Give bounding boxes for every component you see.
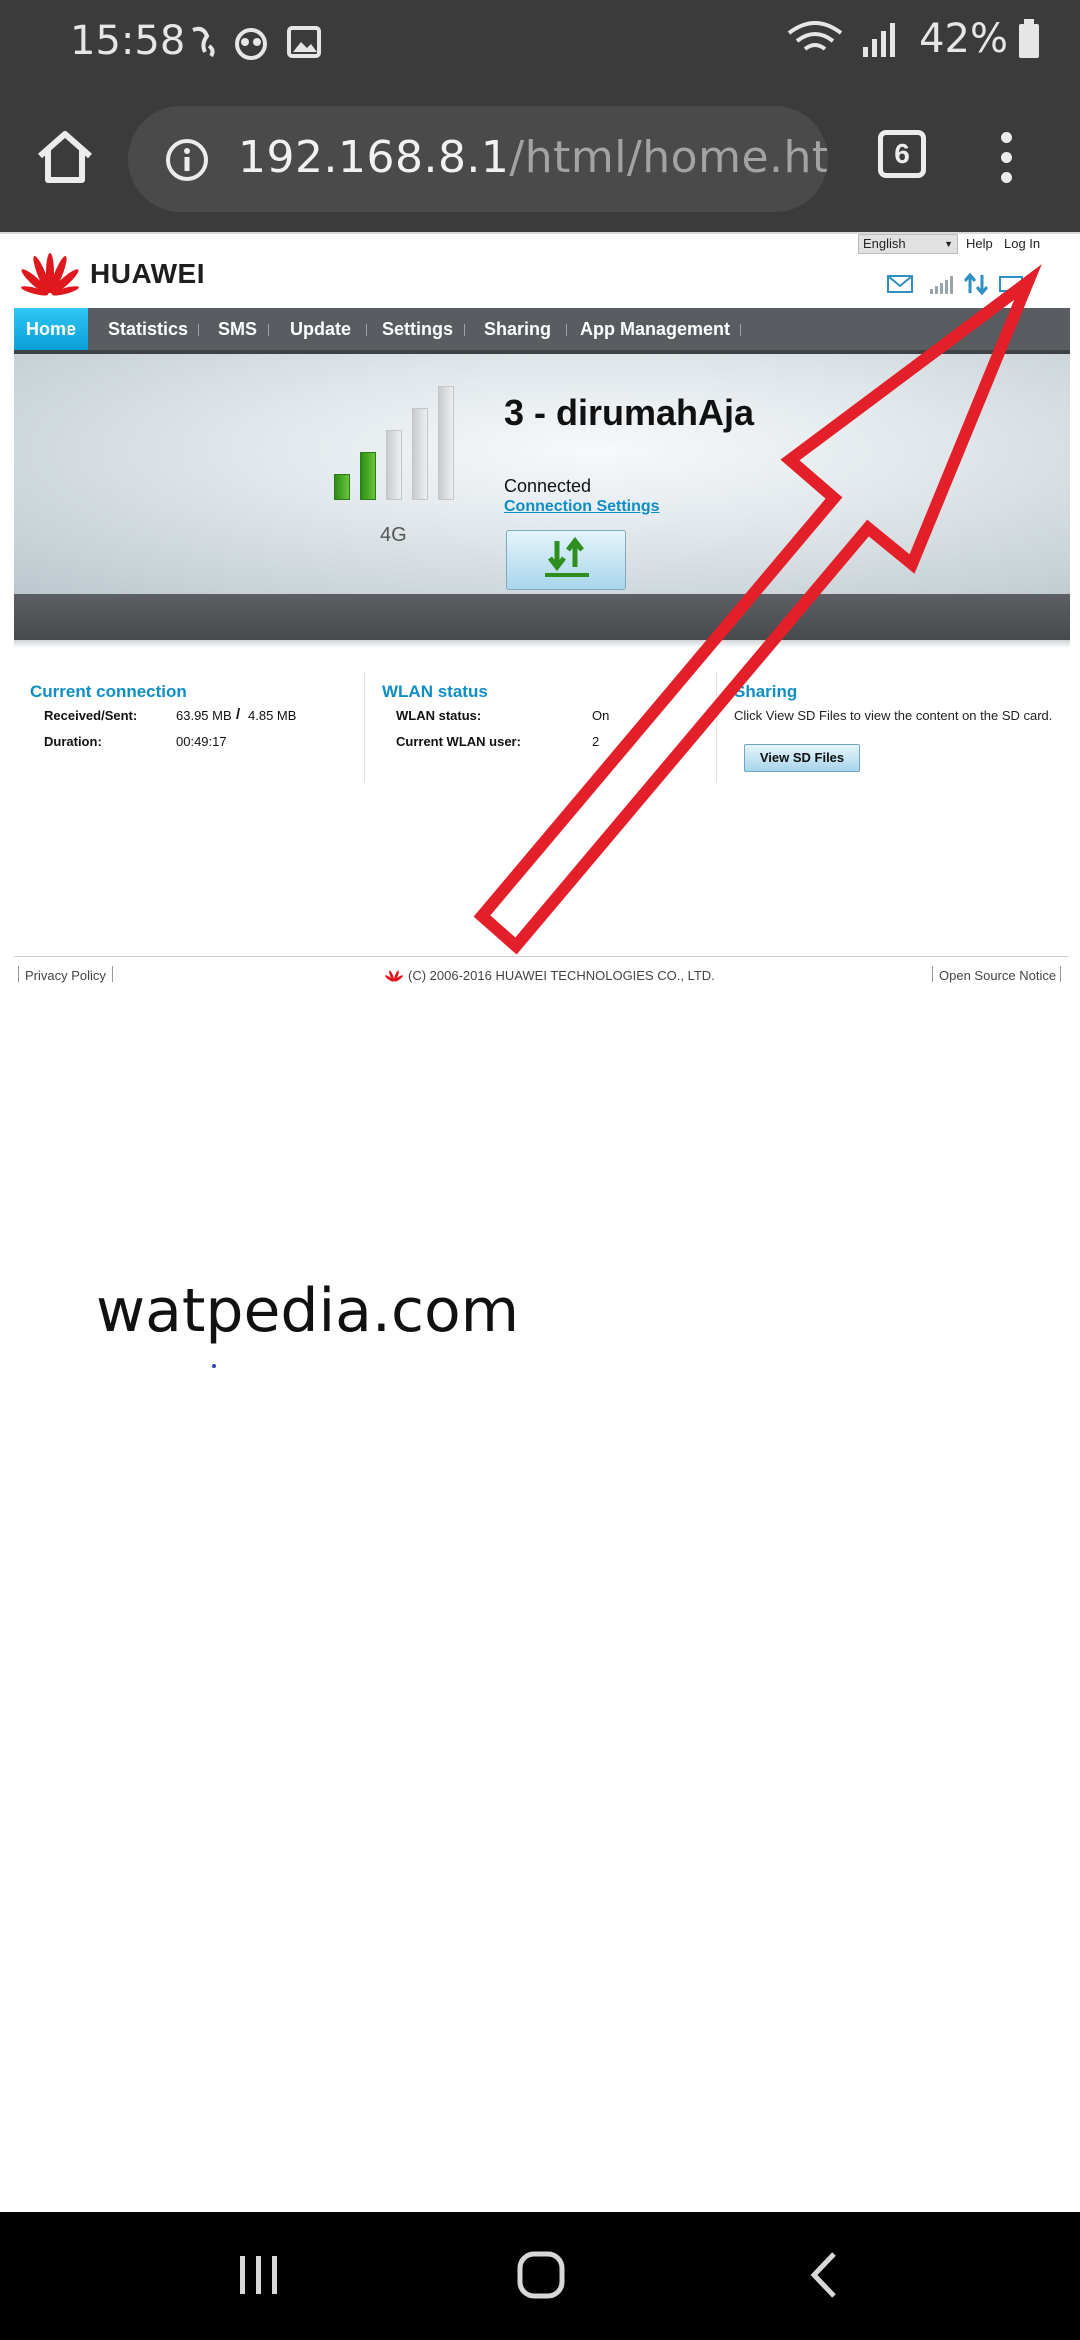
main-nav: Home Statistics SMS Update Settings Shar… [14, 308, 1070, 354]
view-sd-files-button[interactable]: View SD Files [744, 744, 860, 772]
signal-bar-1 [334, 474, 350, 500]
notification-icon [192, 26, 321, 60]
status-bar: 15:58 42% [0, 0, 1080, 84]
wlan-status-value: On [592, 708, 610, 723]
data-transfer-icon [963, 272, 989, 296]
wlan-status-title: WLAN status [382, 682, 488, 701]
connection-settings-link[interactable]: Connection Settings [504, 498, 660, 516]
wlan-users-label: Current WLAN user: [396, 734, 521, 749]
watermark-text: watpedia.com [96, 1276, 520, 1346]
nav-sms[interactable]: SMS [218, 308, 257, 350]
signal-strength-icon [930, 276, 953, 294]
nav-settings[interactable]: Settings [382, 308, 453, 350]
huawei-logo [20, 253, 80, 296]
screen: 15:58 42% 192.168.8.1/html/home.ht 6 Eng… [0, 0, 1080, 2340]
battery-icon [1019, 19, 1039, 58]
sharing-description: Click View SD Files to view the content … [734, 708, 1053, 723]
connect-toggle-button[interactable] [506, 530, 626, 590]
nav-update[interactable]: Update [290, 308, 351, 350]
wlan-users-value: 2 [592, 734, 600, 749]
signal-bar-2 [360, 452, 376, 500]
device-icon [999, 276, 1030, 292]
status-right: 42% [785, 16, 1040, 62]
privacy-policy-link[interactable]: Privacy Policy [25, 968, 106, 983]
url-host: 192.168.8.1 [238, 132, 510, 183]
wifi-signal-icon [787, 21, 896, 57]
signal-bar-5 [438, 386, 454, 500]
received-sent-label: Received/Sent: [44, 708, 138, 723]
more-menu-icon[interactable] [996, 132, 1016, 192]
login-link[interactable]: Log In [1004, 236, 1040, 251]
info-icon[interactable] [164, 137, 210, 183]
signal-bar-4 [412, 408, 428, 500]
wlan-status-label: WLAN status: [396, 708, 482, 723]
duration-label: Duration: [44, 734, 102, 749]
data-transfer-arrows-icon [545, 536, 589, 577]
router-status-icons [887, 272, 1030, 296]
duration-value: 00:49:17 [176, 734, 227, 749]
back-icon[interactable] [804, 2250, 844, 2300]
received-value: 63.95 MB [176, 708, 232, 723]
status-time: 15:58 [70, 18, 186, 64]
sms-mail-icon [887, 275, 913, 293]
nav-sharing[interactable]: Sharing [484, 308, 551, 350]
network-type: 4G [380, 524, 407, 546]
nav-home[interactable]: Home [14, 308, 89, 350]
huawei-small-logo [385, 970, 403, 982]
help-link[interactable]: Help [966, 236, 993, 251]
network-name: 3 - dirumahAja [504, 392, 755, 433]
language-select[interactable]: English [858, 234, 958, 254]
web-page: English Help Log In HUAWEI [0, 232, 1080, 2212]
current-connection-title: Current connection [30, 682, 187, 701]
notification-icons [185, 20, 325, 69]
home-icon[interactable] [34, 126, 96, 188]
address-bar[interactable]: 192.168.8.1/html/home.htm [128, 106, 828, 212]
connection-status: Connected [504, 476, 592, 496]
nav-statistics[interactable]: Statistics [108, 308, 188, 350]
nav-app-management[interactable]: App Management [580, 308, 730, 350]
tab-switcher-button[interactable]: 6 [878, 130, 926, 178]
home-nav-icon[interactable] [516, 2250, 566, 2300]
url-text[interactable]: 192.168.8.1/html/home.htm [238, 132, 828, 183]
received-sent-separator: / [236, 706, 241, 723]
brand-name: HUAWEI [90, 258, 205, 289]
sharing-title: Sharing [734, 682, 798, 701]
battery-percent: 42% [919, 16, 1008, 62]
url-path: /html/home.htm [509, 132, 828, 183]
browser-toolbar: 192.168.8.1/html/home.htm 6 [0, 84, 1080, 232]
sent-value: 4.85 MB [248, 708, 297, 723]
android-nav-bar [0, 2212, 1080, 2340]
open-source-notice-link[interactable]: Open Source Notice [939, 968, 1056, 983]
copyright-text: (C) 2006-2016 HUAWEI TECHNOLOGIES CO., L… [408, 968, 715, 983]
signal-bar-3 [386, 430, 402, 500]
recent-apps-icon[interactable] [236, 2252, 282, 2298]
